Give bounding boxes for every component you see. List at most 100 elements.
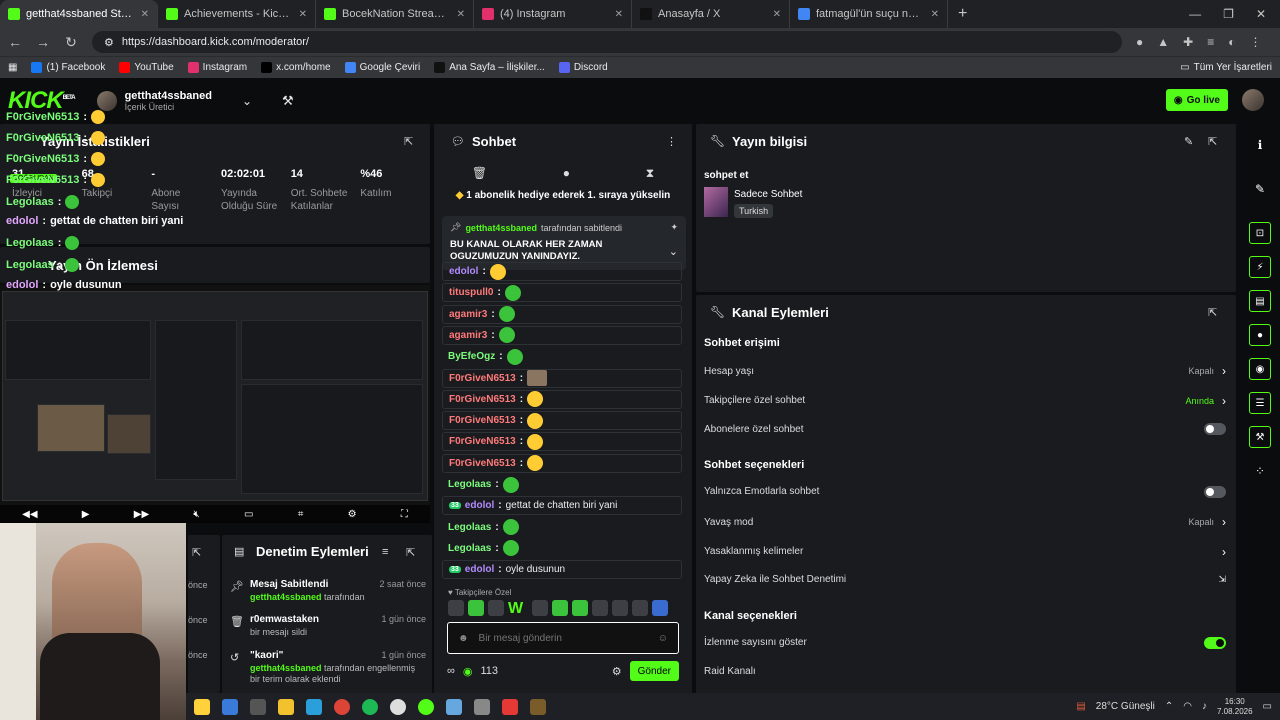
browser-tab[interactable]: Anasayfa / X ✕ xyxy=(632,0,790,28)
menu-icon[interactable]: ⋮ xyxy=(1249,35,1261,49)
more-icon[interactable]: ⋮ xyxy=(666,135,677,148)
emote[interactable] xyxy=(592,600,608,616)
moderation-item[interactable]: 🗑︎ r0emwastaken 1 gün önce bir mesajı sildi xyxy=(230,614,426,638)
browser-tab[interactable]: getthat4ssbaned Stream - Kick ✕ xyxy=(0,0,158,28)
go-live-button[interactable]: ◉ Go live xyxy=(1165,89,1228,111)
close-icon[interactable]: ✕ xyxy=(931,9,939,20)
chat-username[interactable]: ByEfeOgz xyxy=(448,351,495,362)
bookmark-item[interactable]: x.com/home xyxy=(261,62,331,73)
chrome-icon[interactable] xyxy=(334,698,350,715)
moderation-item[interactable]: 📌︎ Mesaj Sabitlendi 2 saat önce getthat4ssb… xyxy=(230,579,426,603)
chat-username[interactable]: edolol xyxy=(465,564,494,575)
browser-tab[interactable]: BocekNation Stream - Watch Li ✕ xyxy=(316,0,474,28)
capture-icon[interactable]: ⊡ xyxy=(1249,222,1271,244)
minimize-icon[interactable]: — xyxy=(1189,7,1201,21)
chat-username[interactable]: F0rGiveN6513 xyxy=(449,436,516,447)
wrench-icon[interactable]: ⚒ xyxy=(1249,426,1271,448)
emote[interactable] xyxy=(612,600,628,616)
emote[interactable] xyxy=(532,600,548,616)
chat-message[interactable]: tituspull0: xyxy=(442,283,682,303)
emote[interactable] xyxy=(468,600,484,616)
chat-username[interactable]: agamir3 xyxy=(449,330,487,341)
user-avatar[interactable] xyxy=(1242,89,1264,111)
hammer-icon[interactable]: ⚒ xyxy=(282,93,294,109)
chevron-right-icon[interactable]: › xyxy=(1222,364,1226,378)
bookmark-item[interactable]: Discord xyxy=(558,62,608,73)
site-info-icon[interactable]: ⚙ xyxy=(104,36,114,49)
url-field[interactable]: ⚙ https://dashboard.kick.com/moderator/ xyxy=(92,31,1122,53)
chat-message[interactable]: F0rGiveN6513: xyxy=(442,368,682,388)
chat-bubble-icon[interactable]: ● xyxy=(563,166,570,180)
spotify-icon[interactable] xyxy=(362,698,378,715)
emote[interactable] xyxy=(552,600,568,616)
app-icon[interactable] xyxy=(530,698,546,715)
crop-icon[interactable]: ⌗ xyxy=(298,509,304,520)
emote-picker-icon[interactable]: ☺ xyxy=(658,633,668,644)
volume-icon[interactable]: ♪ xyxy=(1202,701,1207,712)
chat-message[interactable]: 33 edolol: gettat de chatten biri yani xyxy=(442,496,682,516)
chat-message[interactable]: ByEfeOgz: xyxy=(442,347,682,366)
setting-row[interactable]: Yalnızca Emotlarla sohbet xyxy=(704,485,1226,498)
moderation-item[interactable]: ↺ "kaori" 1 gün önce getthat4ssbaned tarafı… xyxy=(230,650,426,685)
popout-icon[interactable]: ⇱ xyxy=(1208,135,1217,148)
chevron-right-icon[interactable]: › xyxy=(1222,545,1226,559)
popout-icon[interactable]: ⇱ xyxy=(192,546,201,559)
chat-input[interactable] xyxy=(478,632,648,644)
bookmark-item[interactable]: Google Çeviri xyxy=(344,62,420,73)
pin-icon[interactable]: ✦ xyxy=(670,222,678,233)
chat-message[interactable]: agamir3: xyxy=(442,304,682,324)
infinity-icon[interactable]: ∞ xyxy=(447,665,455,677)
toggle-switch[interactable] xyxy=(1204,636,1226,649)
setting-row[interactable]: Takipçilere özel sohbet Anında › xyxy=(704,394,1226,408)
close-icon[interactable]: ✕ xyxy=(1256,7,1266,21)
bookmark-item[interactable]: Instagram xyxy=(187,62,247,73)
setting-row[interactable]: Yasaklanmış kelimeler › xyxy=(704,545,1226,559)
reload-icon[interactable]: ↻ xyxy=(64,34,78,51)
obs-icon[interactable] xyxy=(390,698,406,715)
reading-list-icon[interactable]: ≡ xyxy=(1207,35,1214,49)
emote[interactable] xyxy=(572,600,588,616)
puzzle-icon[interactable]: ✚ xyxy=(1183,35,1193,49)
chat-icon[interactable]: ● xyxy=(1249,324,1271,346)
broadcast-icon[interactable]: ◉ xyxy=(1249,358,1271,380)
new-tab-icon[interactable]: + xyxy=(948,0,977,28)
emote[interactable] xyxy=(652,600,668,616)
note-icon[interactable]: ▤ xyxy=(1249,290,1271,312)
chat-message[interactable]: Legolaas: xyxy=(442,475,682,494)
browser-tab[interactable]: Achievements - Kick Dashboard ✕ xyxy=(158,0,316,28)
forward-icon[interactable]: → xyxy=(36,34,50,50)
setting-row[interactable]: Yapay Zeka ile Sohbet Denetimi ⇲ xyxy=(704,574,1226,585)
emote[interactable] xyxy=(488,600,504,616)
filter-icon[interactable]: ≡ xyxy=(382,546,388,558)
chat-message[interactable]: agamir3: xyxy=(442,325,682,345)
widget-icon[interactable] xyxy=(194,698,210,715)
send-button[interactable]: Gönder xyxy=(629,661,679,681)
chat-message[interactable]: 33 edolol: oyle dusunun xyxy=(442,560,682,580)
gear-icon[interactable]: ⚙ xyxy=(612,665,622,678)
clock[interactable]: 16:30 7.08.2026 xyxy=(1217,697,1253,717)
chat-message[interactable]: F0rGiveN6513: xyxy=(442,432,682,452)
chat-username[interactable]: edolol xyxy=(465,500,494,511)
emote[interactable] xyxy=(632,600,648,616)
extension-icon[interactable]: ▲ xyxy=(1157,35,1169,49)
chat-username[interactable]: F0rGiveN6513 xyxy=(449,394,516,405)
task-view-icon[interactable] xyxy=(250,698,266,715)
app-icon[interactable] xyxy=(446,698,462,715)
edit-icon[interactable]: ✎ xyxy=(1249,178,1271,200)
chevron-right-icon[interactable]: › xyxy=(1222,394,1226,408)
chevron-right-icon[interactable]: › xyxy=(1222,515,1226,529)
chat-username[interactable]: Legolaas xyxy=(448,479,491,490)
setting-row[interactable]: Raid Kanalı xyxy=(704,666,1226,677)
mute-icon[interactable]: 🔇︎ xyxy=(193,509,199,520)
chat-username[interactable]: Legolaas xyxy=(448,522,491,533)
emote[interactable]: W xyxy=(508,600,528,617)
close-icon[interactable]: ✕ xyxy=(615,9,623,20)
rewind-icon[interactable]: ◀◀ xyxy=(22,509,37,520)
extension-icon[interactable]: ● xyxy=(1136,35,1143,49)
channel-switcher[interactable]: getthat4ssbaned İçerik Üretici ⌄ ⚒ xyxy=(96,90,294,112)
setting-row[interactable]: Yavaş mod Kapalı › xyxy=(704,515,1226,529)
maximize-icon[interactable]: ❐ xyxy=(1223,7,1234,21)
browser-tab[interactable]: fatmagül'ün suçu ne? abisi - Go ✕ xyxy=(790,0,948,28)
network-icon[interactable]: ◠ xyxy=(1183,701,1192,712)
setting-row[interactable]: İzlenme sayısını göster xyxy=(704,636,1226,649)
